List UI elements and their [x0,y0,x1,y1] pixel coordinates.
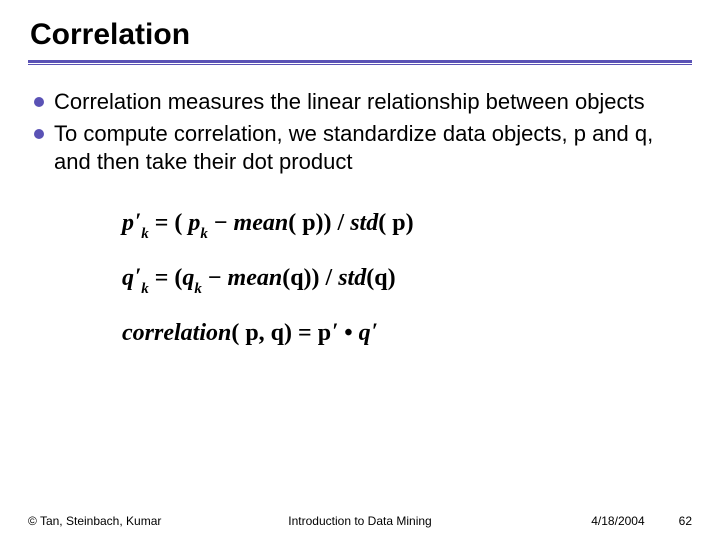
eq-text: (q)) / [282,265,338,291]
eq-text: ( p, q) = p [231,320,331,346]
equation-q-standardize: q′k = (qk − mean(q)) / std(q) [122,265,692,296]
bullet-text: To compute correlation, we standardize d… [54,120,686,176]
eq-text: mean [228,265,283,291]
bullet-dot-icon [34,129,44,139]
eq-text: correlation [122,320,231,346]
bullet-list: Correlation measures the linear relation… [28,88,692,176]
eq-text: = ( [149,210,189,236]
eq-text: q [359,320,371,346]
footer-page-number: 62 [679,514,692,528]
eq-text: = ( [149,265,183,291]
eq-text: (q) [366,265,395,291]
equation-correlation: correlation( p, q) = p′ • q′ [122,320,692,347]
eq-text: p [188,210,200,236]
equation-p-standardize: p′k = ( pk − mean( p)) / std( p) [122,210,692,241]
equations-block: p′k = ( pk − mean( p)) / std( p) q′k = (… [28,210,692,347]
eq-text: ( p)) / [288,210,350,236]
eq-text: std [350,210,378,236]
eq-text: k [200,226,208,242]
title-divider [28,60,692,66]
eq-text: p [122,210,134,236]
footer-date: 4/18/2004 [591,514,644,528]
bullet-item: Correlation measures the linear relation… [34,88,686,116]
eq-text: ′ [332,318,338,343]
eq-text: mean [234,210,289,236]
eq-text: • [338,320,358,346]
bullet-dot-icon [34,97,44,107]
eq-text: − [208,210,234,236]
eq-text: ( p) [378,210,413,236]
eq-text: q [122,265,134,291]
footer-course-title: Introduction to Data Mining [288,514,431,528]
eq-text: q [182,265,194,291]
slide: Correlation Correlation measures the lin… [0,0,720,540]
slide-title: Correlation [28,18,692,52]
slide-footer: © Tan, Steinbach, Kumar Introduction to … [0,514,720,528]
eq-text: k [194,281,202,297]
eq-text: std [338,265,366,291]
footer-copyright: © Tan, Steinbach, Kumar [28,514,161,528]
eq-text: − [202,265,228,291]
bullet-item: To compute correlation, we standardize d… [34,120,686,176]
eq-text: k [141,281,149,297]
eq-text: k [141,226,149,242]
eq-text: ′ [372,318,378,343]
bullet-text: Correlation measures the linear relation… [54,88,645,116]
